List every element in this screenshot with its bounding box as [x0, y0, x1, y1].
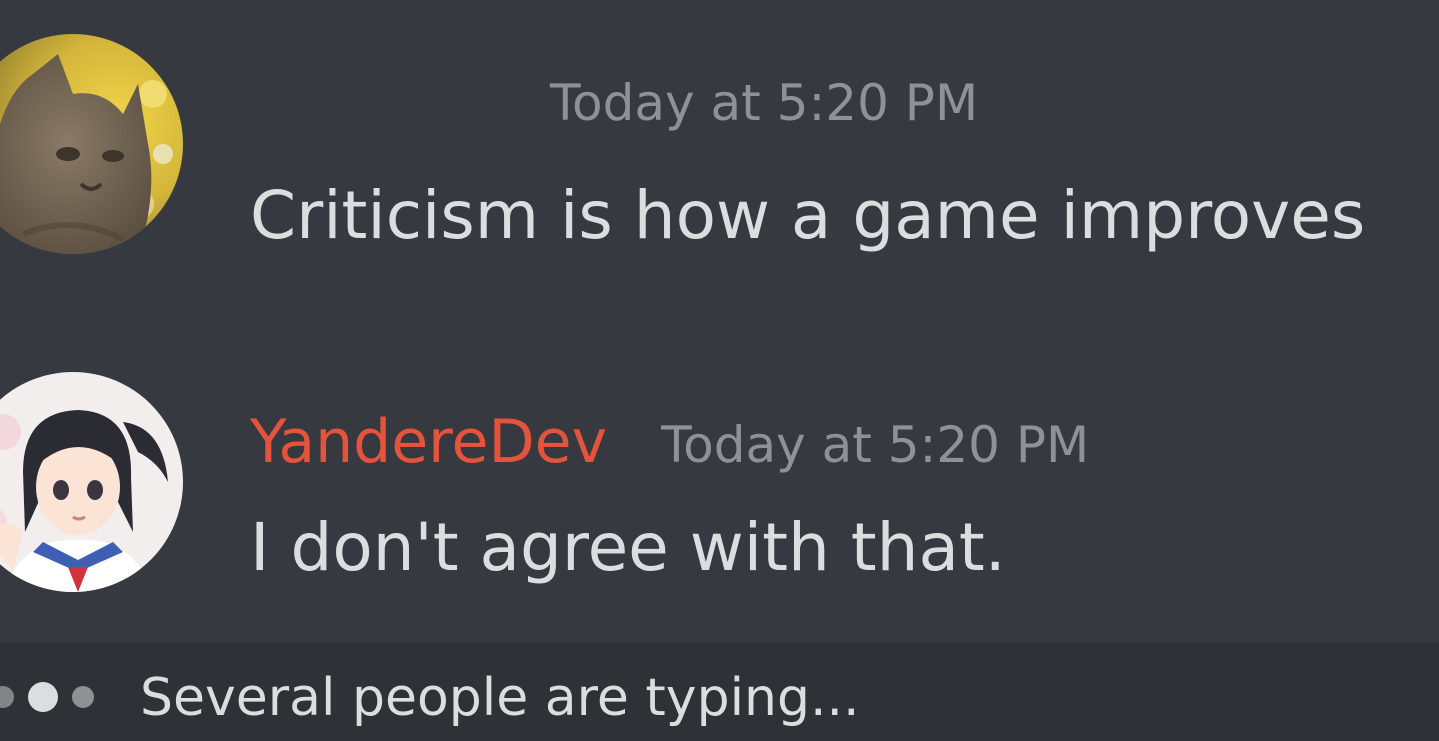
typing-dots-icon [0, 682, 108, 712]
chat-area: Today at 5:20 PM Criticism is how a game… [0, 0, 1439, 741]
message-content: I don't agree with that. [250, 509, 1006, 586]
username[interactable]: YandereDev [250, 404, 607, 480]
typing-indicator: Several people are typing... [0, 642, 1439, 741]
cat-avatar-icon[interactable] [0, 34, 183, 254]
message-timestamp: Today at 5:20 PM [550, 74, 979, 132]
anime-girl-avatar-icon[interactable] [0, 372, 183, 592]
message-content: Criticism is how a game improves [250, 177, 1366, 254]
message-header: YandereDev Today at 5:20 PM [250, 404, 1089, 483]
message-timestamp: Today at 5:20 PM [661, 416, 1090, 474]
chat-message: Today at 5:20 PM Criticism is how a game… [0, 0, 1439, 300]
typing-text: Several people are typing... [140, 668, 860, 728]
chat-message: YandereDev Today at 5:20 PM I don't agre… [0, 340, 1439, 630]
